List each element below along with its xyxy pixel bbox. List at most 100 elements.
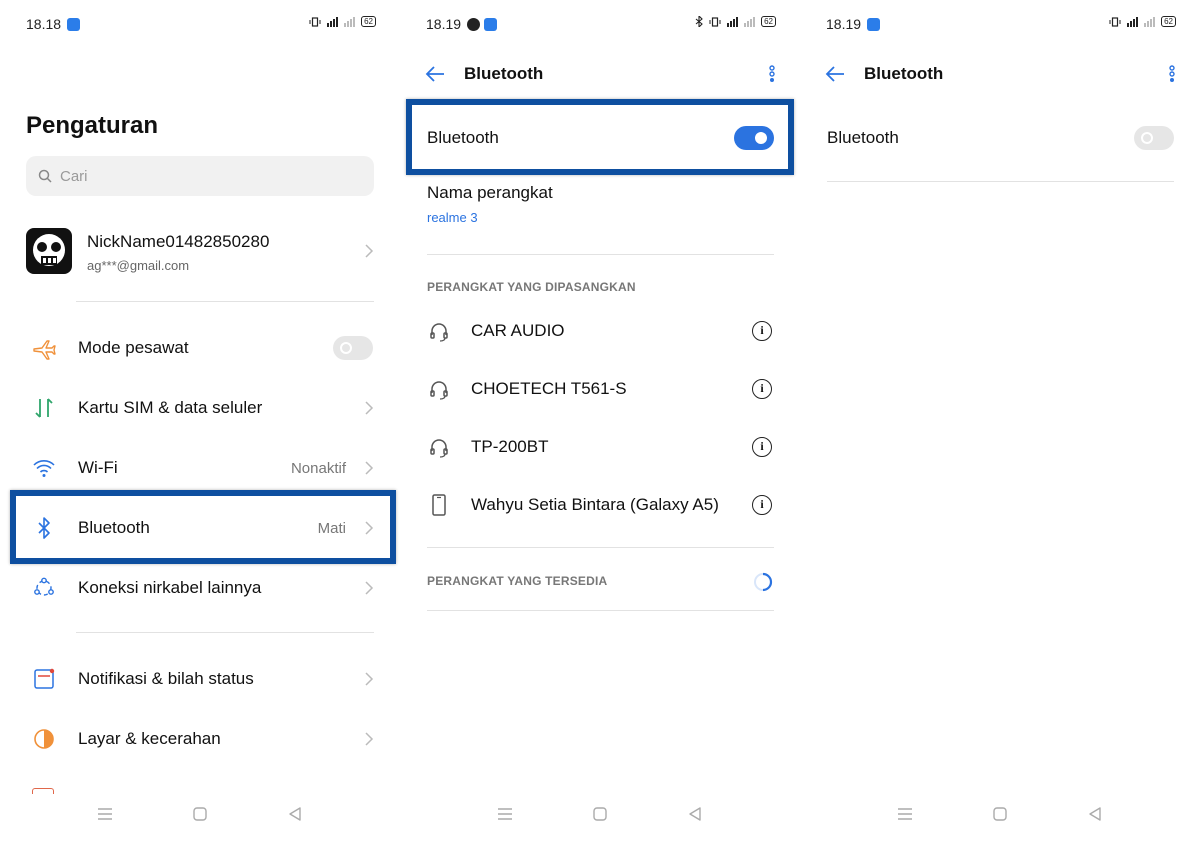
back-nav-button[interactable] [1083, 804, 1107, 824]
avatar [26, 228, 72, 274]
status-icons: 62 [1109, 16, 1176, 27]
device-name-row[interactable]: Nama perangkat realme 3 [400, 176, 800, 236]
search-icon [38, 169, 52, 183]
paired-device-row[interactable]: CHOETECH T561-S i [400, 359, 800, 417]
divider [76, 632, 374, 633]
paired-device-name: CAR AUDIO [471, 321, 565, 340]
settings-item-wifi[interactable]: Wi-Fi Nonaktif [0, 438, 400, 498]
divider [427, 547, 774, 548]
status-icons: 62 [309, 16, 376, 27]
paired-device-name: Wahyu Setia Bintara (Galaxy A5) [471, 495, 719, 514]
signal-icon [727, 16, 739, 27]
home-nav-button[interactable] [188, 804, 212, 824]
more-options-icon[interactable] [768, 64, 776, 84]
divider [827, 181, 1174, 182]
info-icon[interactable]: i [752, 379, 772, 399]
menu-nav-button[interactable] [493, 804, 517, 824]
paired-device-row[interactable]: CAR AUDIO i [400, 301, 800, 359]
info-icon[interactable]: i [752, 495, 772, 515]
settings-item-label: Layar & kecerahan [78, 729, 221, 748]
settings-screen: 18.18 62 Pengaturan Cari NickName0148285… [0, 0, 400, 844]
page-title: Bluetooth [864, 64, 944, 83]
phone-icon [432, 494, 446, 516]
chevron-right-icon [365, 581, 374, 595]
settings-item-sim-data[interactable]: Kartu SIM & data seluler [0, 378, 400, 438]
app-notification-icon [484, 18, 498, 31]
menu-nav-button[interactable] [93, 804, 117, 824]
vibrate-icon [1109, 16, 1121, 27]
divider [427, 254, 774, 255]
search-placeholder: Cari [60, 167, 88, 185]
paired-device-name: TP-200BT [471, 437, 549, 456]
settings-item-label: Kartu SIM & data seluler [78, 398, 263, 417]
bluetooth-status-icon [695, 16, 703, 27]
bluetooth-toggle-label: Bluetooth [827, 128, 899, 147]
available-devices-header: PERANGKAT YANG TERSEDIA [427, 574, 608, 588]
navigation-bar [800, 794, 1200, 844]
settings-item-notifications[interactable]: Notifikasi & bilah status [0, 649, 400, 709]
battery-icon: 62 [361, 16, 376, 27]
search-input[interactable]: Cari [26, 156, 374, 196]
chevron-right-icon [365, 732, 374, 746]
loading-spinner-icon [754, 572, 773, 592]
home-nav-button[interactable] [988, 804, 1012, 824]
sim-data-icon [30, 394, 58, 422]
signal-2-icon [1144, 16, 1156, 27]
display-icon [30, 725, 58, 753]
paired-device-row[interactable]: Wahyu Setia Bintara (Galaxy A5) i [400, 475, 800, 533]
highlight-box [406, 99, 794, 175]
battery-icon: 62 [761, 16, 776, 27]
back-arrow-icon[interactable] [824, 64, 846, 84]
wifi-icon [30, 454, 58, 482]
app-notification-icon [467, 18, 481, 31]
wifi-status: Nonaktif [290, 459, 346, 477]
account-email: ag***@gmail.com [87, 258, 190, 273]
settings-item-label: Notifikasi & bilah status [78, 669, 254, 688]
divider [76, 301, 374, 302]
highlight-box [10, 490, 396, 564]
notification-icon [30, 665, 58, 693]
bluetooth-toggle-row[interactable]: Bluetooth [800, 110, 1200, 166]
chevron-right-icon [365, 672, 374, 686]
back-arrow-icon[interactable] [424, 64, 446, 84]
page-title: Bluetooth [464, 64, 544, 83]
page-title: Pengaturan [26, 112, 159, 139]
paired-device-row[interactable]: TP-200BT i [400, 417, 800, 475]
bluetooth-toggle[interactable] [1134, 126, 1174, 150]
signal-2-icon [744, 16, 756, 27]
airplane-mode-toggle[interactable] [333, 336, 373, 360]
signal-icon [327, 16, 339, 27]
connections-icon [30, 574, 58, 602]
settings-item-display[interactable]: Layar & kecerahan [0, 709, 400, 769]
airplane-icon [30, 334, 58, 362]
device-name-label: Nama perangkat [427, 183, 553, 202]
home-nav-button[interactable] [588, 804, 612, 824]
back-nav-button[interactable] [283, 804, 307, 824]
back-nav-button[interactable] [683, 804, 707, 824]
menu-nav-button[interactable] [893, 804, 917, 824]
headset-icon [430, 323, 448, 342]
more-options-icon[interactable] [1168, 64, 1176, 84]
status-icons: 62 [695, 16, 776, 27]
headset-icon [430, 439, 448, 458]
chevron-right-icon [365, 244, 374, 258]
app-notification-icon [67, 18, 81, 31]
account-row[interactable]: NickName01482850280 ag***@gmail.com [0, 220, 400, 282]
settings-item-airplane-mode[interactable]: Mode pesawat [0, 318, 400, 378]
settings-item-label: Wi-Fi [78, 458, 118, 477]
paired-device-name: CHOETECH T561-S [471, 379, 627, 398]
navigation-bar [400, 794, 800, 844]
info-icon[interactable]: i [752, 437, 772, 457]
settings-item-label: Mode pesawat [78, 338, 189, 357]
info-icon[interactable]: i [752, 321, 772, 341]
chevron-right-icon [365, 461, 374, 475]
settings-item-label: Koneksi nirkabel lainnya [78, 578, 262, 597]
vibrate-icon [309, 16, 321, 27]
battery-icon: 62 [1161, 16, 1176, 27]
signal-icon [1127, 16, 1139, 27]
settings-item-other-connections[interactable]: Koneksi nirkabel lainnya [0, 558, 400, 618]
signal-2-icon [344, 16, 356, 27]
account-name: NickName01482850280 [87, 232, 270, 251]
bluetooth-off-screen: 18.19 62 Bluetooth Bluetooth [800, 0, 1200, 844]
status-time: 18.18 [26, 16, 81, 32]
